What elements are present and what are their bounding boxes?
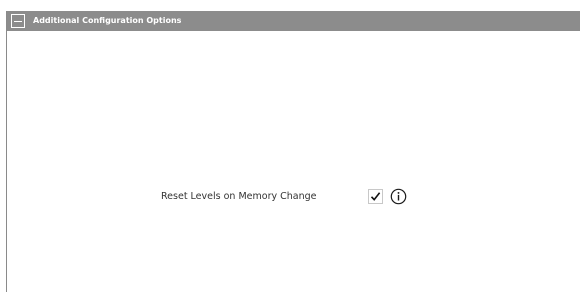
panel-header: Additional Configuration Options — [7, 11, 580, 31]
reset-levels-checkbox[interactable] — [368, 189, 383, 204]
option-row-reset-levels: Reset Levels on Memory Change — [7, 187, 580, 207]
configuration-panel: Additional Configuration Options Reset L… — [6, 11, 580, 292]
collapse-button[interactable] — [11, 14, 25, 28]
info-icon[interactable] — [390, 188, 407, 205]
checkmark-icon — [370, 192, 381, 201]
panel-title: Additional Configuration Options — [33, 16, 182, 25]
minus-icon — [14, 20, 22, 22]
option-label: Reset Levels on Memory Change — [161, 191, 317, 202]
